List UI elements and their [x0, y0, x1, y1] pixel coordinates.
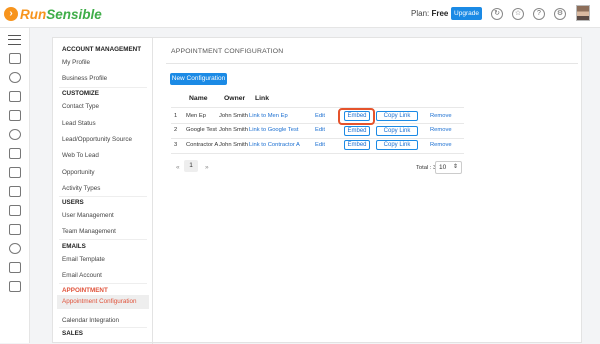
row-divider [171, 123, 464, 124]
contacts-icon[interactable] [9, 91, 21, 102]
config-name: Google Test [186, 127, 217, 133]
help-icon[interactable]: ? [533, 8, 545, 20]
edit-link[interactable]: Edit [315, 113, 325, 119]
copy-link-button[interactable]: Copy Link [376, 140, 418, 150]
refresh-icon[interactable]: ↻ [491, 8, 503, 20]
menu-item-contact-type[interactable]: Contact Type [62, 103, 99, 110]
config-link[interactable]: Link to Contractor A [249, 142, 300, 148]
row-number: 1 [174, 113, 178, 119]
config-owner: John Smith [219, 142, 248, 148]
star-icon[interactable]: ☆ [512, 8, 524, 20]
new-configuration-button[interactable]: New Configuration [170, 73, 227, 85]
menu-item-lead-source[interactable]: Lead/Opportunity Source [62, 136, 132, 143]
pager-prev[interactable]: « [176, 164, 180, 171]
page-title: APPOINTMENT CONFIGURATION [171, 48, 284, 55]
icon-rail [0, 28, 30, 343]
list-icon[interactable] [9, 224, 21, 235]
gear-icon[interactable]: ⚙ [554, 8, 566, 20]
column-header-link: Link [255, 95, 269, 102]
embed-button[interactable]: Embed [344, 140, 370, 150]
embed-button[interactable]: Embed [344, 126, 370, 136]
settings-panel: ACCOUNT MANAGEMENT My Profile Business P… [52, 37, 582, 344]
dashboard-icon[interactable] [9, 53, 21, 64]
pager-next[interactable]: » [205, 164, 209, 171]
menu-item-email-template[interactable]: Email Template [62, 256, 105, 263]
menu-heading-account: ACCOUNT MANAGEMENT [62, 46, 142, 53]
upgrade-button[interactable]: Upgrade [451, 7, 482, 20]
top-bar: › RunSensible Plan: Free Upgrade ↻ ☆ ? ⚙ [0, 0, 600, 28]
copy-link-button[interactable]: Copy Link [376, 126, 418, 136]
appointment-configuration-content: APPOINTMENT CONFIGURATION New Configurat… [154, 38, 582, 344]
menu-divider [59, 239, 147, 240]
menu-item-activity-types[interactable]: Activity Types [62, 185, 100, 192]
logo-icon: › [4, 7, 18, 21]
config-link[interactable]: Link to Men Ep [249, 113, 288, 119]
config-name: Contractor A [186, 142, 219, 148]
column-header-owner: Owner [224, 95, 246, 102]
config-name: Men Ep [186, 113, 206, 119]
calendar-icon[interactable] [9, 205, 21, 216]
plan-indicator: Plan: Free [411, 9, 449, 18]
menu-divider [59, 196, 147, 197]
remove-link[interactable]: Remove [430, 142, 452, 148]
total-count: Total : 3 [416, 165, 437, 171]
row-number: 3 [174, 142, 178, 148]
config-link[interactable]: Link to Google Test [249, 127, 299, 133]
table-header-divider [171, 107, 464, 108]
menu-item-web-to-lead[interactable]: Web To Lead [62, 152, 99, 159]
document-icon[interactable] [9, 148, 21, 159]
folder-icon[interactable] [9, 281, 21, 292]
menu-icon[interactable] [8, 35, 21, 45]
menu-heading-customize: CUSTOMIZE [62, 90, 99, 97]
remove-link[interactable]: Remove [430, 113, 452, 119]
menu-item-my-profile[interactable]: My Profile [62, 59, 90, 66]
edit-link[interactable]: Edit [315, 127, 325, 133]
settings-menu: ACCOUNT MANAGEMENT My Profile Business P… [53, 38, 153, 344]
menu-item-calendar-integration[interactable]: Calendar Integration [62, 317, 119, 324]
clipboard-icon[interactable] [9, 167, 21, 178]
pager-current-page[interactable]: 1 [184, 160, 198, 172]
embed-highlight-ring [338, 108, 375, 125]
mail-icon[interactable] [9, 262, 21, 273]
building-icon[interactable] [9, 110, 21, 121]
row-divider [171, 153, 464, 154]
menu-divider [59, 327, 147, 328]
menu-item-email-account[interactable]: Email Account [62, 272, 102, 279]
page-size-select[interactable]: 10 ⇕ [435, 161, 462, 174]
config-owner: John Smith [219, 113, 248, 119]
menu-item-team-management[interactable]: Team Management [62, 228, 116, 235]
menu-heading-appointment: APPOINTMENT [62, 287, 108, 294]
config-owner: John Smith [219, 127, 248, 133]
headset-icon[interactable] [9, 243, 21, 254]
plan-value: Free [431, 9, 449, 18]
menu-heading-sales: SALES [62, 330, 83, 337]
edit-link[interactable]: Edit [315, 142, 325, 148]
menu-item-opportunity[interactable]: Opportunity [62, 169, 95, 176]
menu-heading-emails: EMAILS [62, 243, 86, 250]
menu-item-lead-status[interactable]: Lead Status [62, 120, 96, 127]
menu-item-appointment-configuration[interactable]: Appointment Configuration [57, 295, 149, 309]
chevron-updown-icon: ⇕ [452, 164, 458, 170]
title-divider [166, 63, 578, 64]
copy-link-button[interactable]: Copy Link [376, 111, 418, 121]
menu-item-user-management[interactable]: User Management [62, 212, 114, 219]
menu-divider [59, 87, 147, 88]
avatar[interactable] [576, 5, 590, 21]
row-divider [171, 138, 464, 139]
menu-item-business-profile[interactable]: Business Profile [62, 75, 107, 82]
filter-icon[interactable] [9, 186, 21, 197]
runsensible-logo[interactable]: › RunSensible [4, 5, 102, 23]
remove-link[interactable]: Remove [430, 127, 452, 133]
pie-chart-icon[interactable] [9, 72, 21, 83]
menu-heading-users: USERS [62, 199, 84, 206]
row-number: 2 [174, 127, 178, 133]
lightbulb-icon[interactable] [9, 129, 21, 140]
column-header-name: Name [189, 95, 208, 102]
menu-divider [59, 283, 147, 284]
